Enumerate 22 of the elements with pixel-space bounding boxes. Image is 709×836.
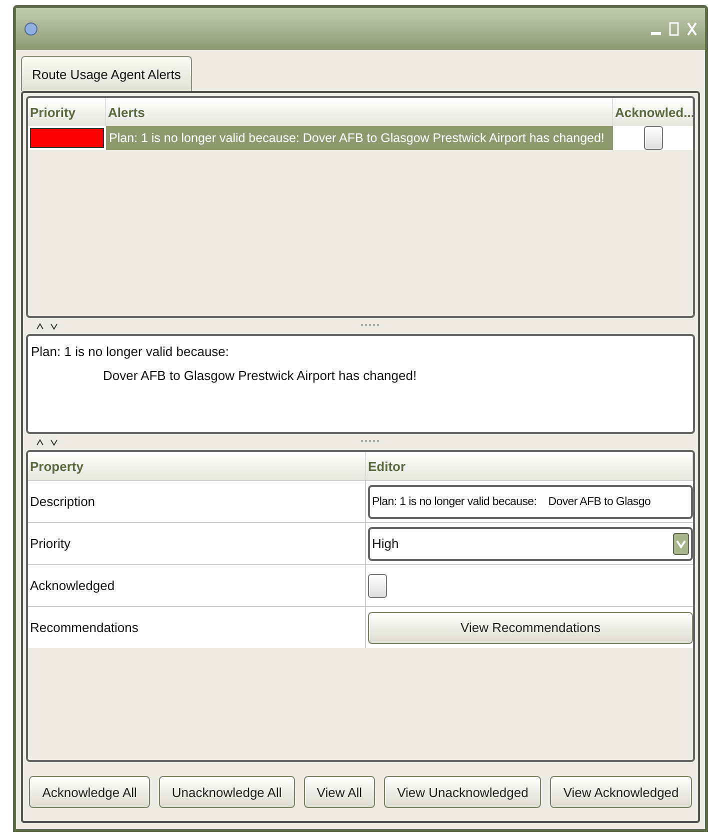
acknowledged-checkbox[interactable] <box>368 574 387 598</box>
action-button[interactable]: Acknowledge All <box>29 776 150 808</box>
caret-icon <box>673 532 689 554</box>
priority-dropdown[interactable]: High <box>368 526 693 560</box>
action-button[interactable]: View Acknowledged <box>550 776 692 808</box>
maximize-icon[interactable] <box>669 22 679 36</box>
action-button[interactable]: Unacknowledge All <box>158 776 295 808</box>
column-header[interactable]: Editor <box>366 452 693 480</box>
acknowledged-checkbox[interactable] <box>644 126 662 150</box>
column-header[interactable]: Priority <box>28 98 106 126</box>
expand-collapse-icon[interactable] <box>36 322 60 330</box>
tab[interactable]: Route Usage Agent Alerts <box>21 56 192 91</box>
action-button[interactable]: View Unacknowledged <box>384 776 542 808</box>
view-recommendations-button[interactable]: View Recommendations <box>368 612 693 644</box>
expand-collapse-icon[interactable] <box>36 438 60 446</box>
alert-detail-text: Plan: 1 is no longer valid because: Dover AFB to Glasgow Prestwick Airport has changed! <box>26 334 695 434</box>
description-field[interactable]: Plan: 1 is no longer valid because: Dover AFB to Glasgo <box>368 484 693 518</box>
column-header[interactable]: Property <box>28 452 366 480</box>
column-header[interactable]: Alerts <box>106 98 613 126</box>
app-icon <box>24 22 38 36</box>
action-button[interactable]: View All <box>304 776 376 808</box>
close-icon[interactable] <box>687 22 697 36</box>
